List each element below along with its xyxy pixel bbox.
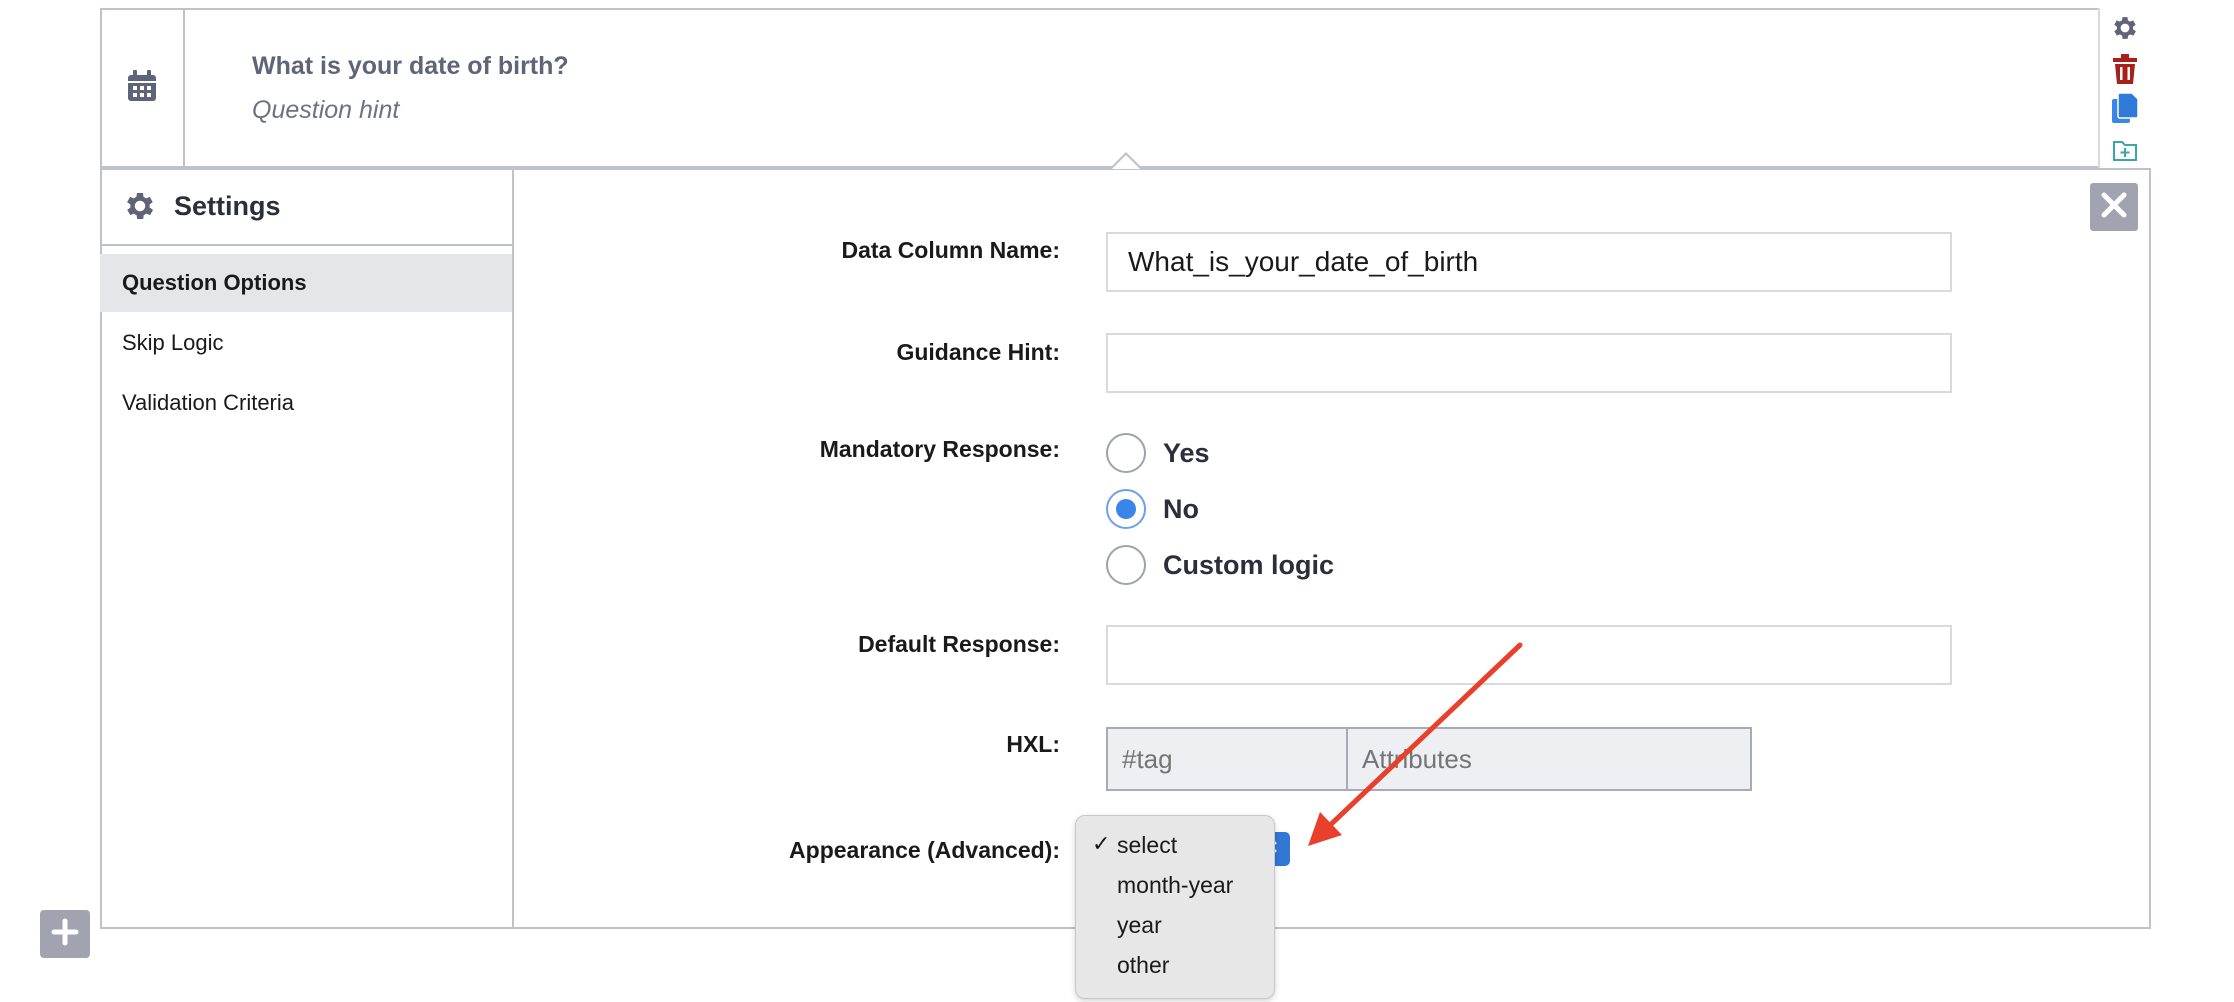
mandatory-option-no[interactable]: No bbox=[1106, 489, 1199, 529]
appearance-option-month-year[interactable]: month-year bbox=[1117, 872, 1233, 899]
data-column-name-input[interactable] bbox=[1106, 232, 1952, 292]
nav-question-options[interactable]: Question Options bbox=[100, 254, 512, 312]
question-hint[interactable]: Question hint bbox=[252, 96, 399, 125]
gear-icon bbox=[122, 188, 158, 224]
radio-yes-label: Yes bbox=[1163, 437, 1210, 468]
plus-icon bbox=[50, 917, 80, 952]
appearance-option-other[interactable]: other bbox=[1117, 952, 1169, 979]
gear-icon bbox=[2110, 13, 2140, 48]
default-response-label: Default Response: bbox=[858, 631, 1060, 657]
radio-custom-logic-label: Custom logic bbox=[1163, 549, 1335, 580]
data-column-name-label: Data Column Name: bbox=[841, 237, 1060, 263]
settings-toggle-button[interactable] bbox=[2110, 15, 2140, 45]
mandatory-option-yes[interactable]: Yes bbox=[1106, 433, 1210, 473]
mandatory-response-label: Mandatory Response: bbox=[819, 436, 1060, 462]
radio-yes[interactable] bbox=[1106, 433, 1146, 473]
duplicate-button[interactable] bbox=[2110, 91, 2140, 125]
calendar-icon bbox=[127, 69, 157, 107]
add-question-button[interactable] bbox=[40, 910, 90, 958]
panel-pointer-fill bbox=[1112, 155, 1140, 169]
trash-icon bbox=[2112, 53, 2138, 89]
appearance-option-year[interactable]: year bbox=[1117, 912, 1162, 939]
settings-header: Settings bbox=[100, 168, 512, 246]
nav-skip-logic[interactable]: Skip Logic bbox=[100, 314, 512, 372]
appearance-option-select[interactable]: select bbox=[1117, 832, 1177, 859]
question-title[interactable]: What is your date of birth? bbox=[252, 52, 569, 81]
radio-custom-logic[interactable] bbox=[1106, 545, 1146, 585]
settings-title: Settings bbox=[174, 190, 281, 221]
guidance-hint-input[interactable] bbox=[1106, 333, 1952, 393]
question-row[interactable] bbox=[100, 8, 2151, 168]
radio-no-label: No bbox=[1163, 493, 1199, 524]
copy-icon bbox=[2111, 91, 2139, 129]
radio-no[interactable] bbox=[1106, 489, 1146, 529]
delete-button[interactable] bbox=[2110, 53, 2140, 89]
add-to-library-button[interactable] bbox=[2110, 137, 2140, 167]
annotation-arrow bbox=[1308, 642, 1523, 846]
add-to-library-icon bbox=[2112, 138, 2138, 167]
guidance-hint-label: Guidance Hint: bbox=[896, 339, 1060, 365]
mandatory-option-custom-logic[interactable]: Custom logic bbox=[1106, 545, 1334, 585]
question-type-cell bbox=[100, 8, 185, 168]
appearance-label: Appearance (Advanced): bbox=[789, 837, 1060, 863]
close-icon bbox=[2099, 190, 2129, 225]
hxl-label: HXL: bbox=[1006, 731, 1060, 757]
close-settings-button[interactable] bbox=[2090, 183, 2138, 231]
selected-check-icon: ✓ bbox=[1092, 831, 1111, 856]
nav-validation-criteria[interactable]: Validation Criteria bbox=[100, 374, 512, 432]
